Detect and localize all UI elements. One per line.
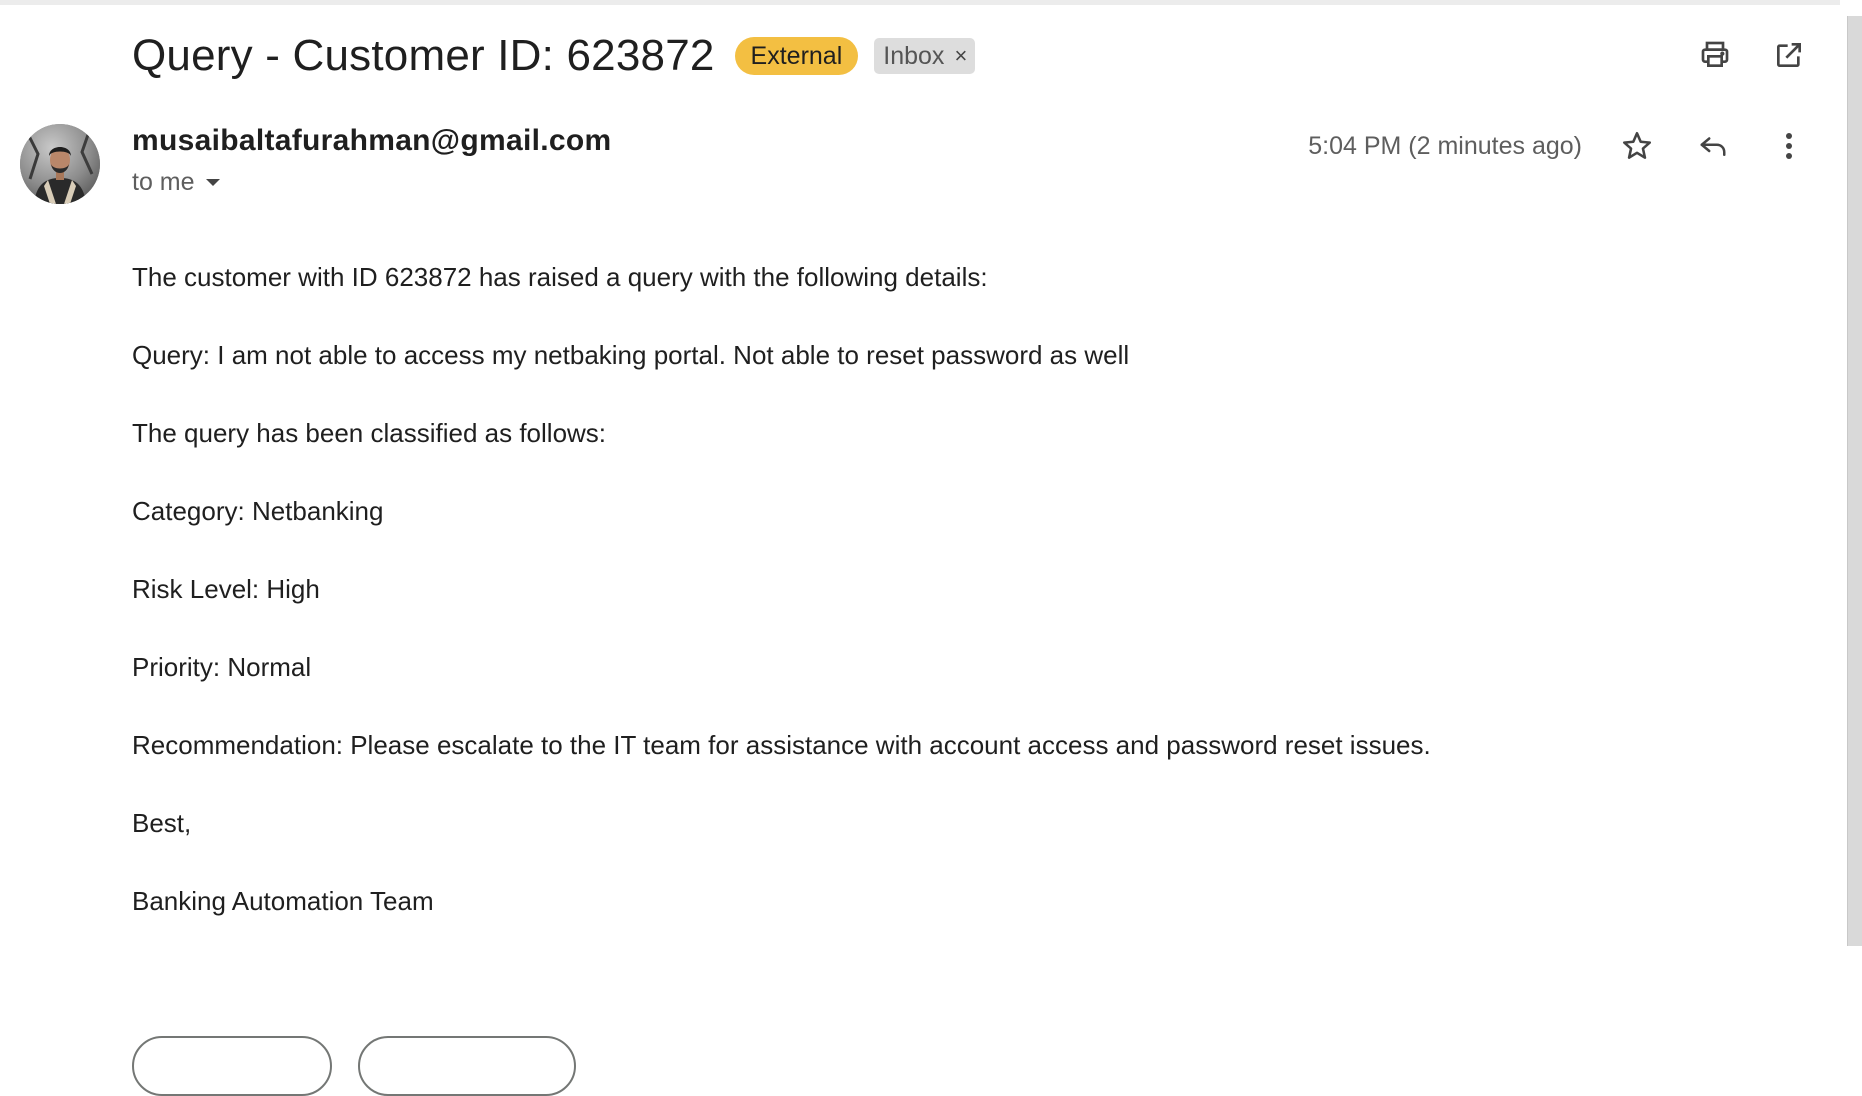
scrollbar-thumb[interactable] [1847, 16, 1862, 946]
body-paragraph: The query has been classified as follows… [132, 418, 607, 448]
star-button[interactable] [1618, 127, 1656, 165]
remove-label-close-icon[interactable]: × [954, 42, 967, 70]
open-in-new-window-icon [1777, 43, 1801, 67]
chevron-down-icon [205, 178, 220, 186]
body-paragraph: Best, [132, 808, 192, 838]
print-icon [1701, 41, 1729, 67]
inbox-label-badge[interactable]: Inbox × [874, 38, 976, 74]
thread-actions [1696, 36, 1808, 74]
avatar-photo-icon [20, 124, 100, 204]
external-label-badge: External [734, 37, 859, 75]
inbox-label-text: Inbox [883, 42, 945, 70]
reply-action-button[interactable] [132, 1036, 332, 1096]
open-in-new-window-button[interactable] [1770, 36, 1808, 74]
message-meta: 5:04 PM (2 minutes ago) [1308, 124, 1808, 168]
body-paragraph: Query: I am not able to access my netbak… [132, 340, 1130, 370]
scrollbar[interactable] [1844, 0, 1862, 1050]
recipient-details-toggle[interactable]: to me [132, 168, 611, 197]
body-paragraph: Category: Netbanking [132, 496, 384, 526]
reply-button[interactable] [1694, 127, 1732, 165]
more-options-button[interactable] [1770, 127, 1808, 165]
message-actions [1618, 127, 1808, 165]
email-subject: Query - Customer ID: 623872 [132, 31, 715, 80]
star-icon [1622, 131, 1652, 159]
reply-icon [1700, 137, 1726, 156]
more-vertical-icon [1786, 133, 1792, 159]
recipient-label: to me [132, 168, 195, 196]
message-timestamp: 5:04 PM (2 minutes ago) [1308, 131, 1582, 160]
subject-row: Query - Customer ID: 623872 External Inb… [132, 28, 976, 84]
sender-avatar[interactable] [20, 124, 100, 204]
sender-info: musaibaltafurahman@gmail.com to me [132, 124, 611, 197]
body-paragraph: Banking Automation Team [132, 886, 434, 916]
reply-actions [132, 1036, 576, 1096]
body-paragraph: Priority: Normal [132, 652, 312, 682]
print-all-button[interactable] [1696, 36, 1734, 74]
body-paragraph: The customer with ID 623872 has raised a… [132, 262, 988, 292]
body-paragraph: Risk Level: High [132, 574, 320, 604]
forward-action-button[interactable] [358, 1036, 576, 1096]
sender-email[interactable]: musaibaltafurahman@gmail.com [132, 124, 611, 158]
body-paragraph: Recommendation: Please escalate to the I… [132, 730, 1431, 760]
email-body: The customer with ID 623872 has raised a… [132, 262, 1692, 964]
top-divider [0, 0, 1840, 5]
